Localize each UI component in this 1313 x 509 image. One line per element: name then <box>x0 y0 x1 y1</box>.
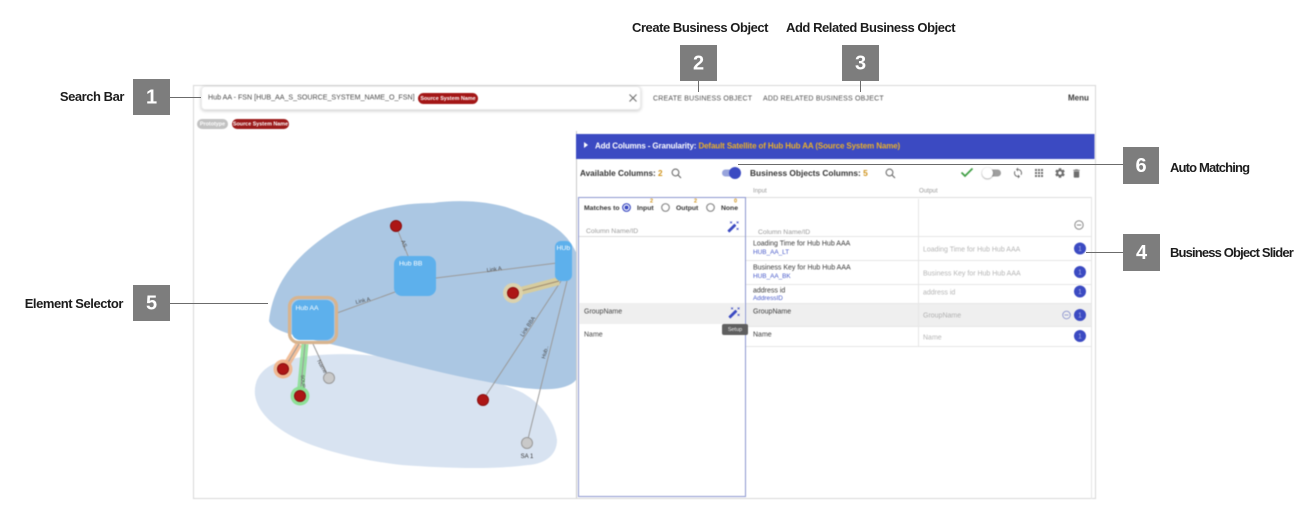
svg-text:HUb: HUb <box>557 245 571 252</box>
svg-text:SA 1: SA 1 <box>521 454 534 460</box>
svg-text:Hub BB: Hub BB <box>399 261 423 268</box>
svg-text:Hub AA: Hub AA <box>296 305 320 312</box>
